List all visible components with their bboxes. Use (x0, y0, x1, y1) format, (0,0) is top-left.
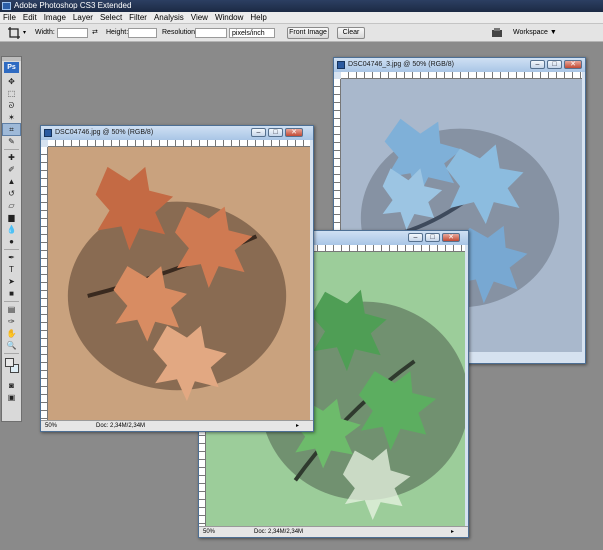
toolbox: Ps ✥ ⬚ ᘐ ✶ ⌗ ✎ ✚ ✐ ▲ ↺ ▱ ▆ 💧 ● ✒ T ➤ ■ ▤… (1, 56, 22, 422)
minimize-button[interactable]: – (251, 128, 266, 137)
tool-preset-arrow-icon[interactable]: ▾ (23, 28, 26, 38)
vertical-ruler (41, 147, 48, 420)
crop-tool-icon[interactable] (7, 26, 21, 40)
type-tool-icon[interactable]: T (3, 264, 20, 275)
menu-layer[interactable]: Layer (73, 12, 93, 24)
shape-tool-icon[interactable]: ■ (3, 288, 20, 299)
resolution-label: Resolution: (162, 29, 198, 36)
status-bar: 50% Doc: 2,34M/2,34M ▸ (199, 526, 468, 537)
eraser-tool-icon[interactable]: ▱ (3, 200, 20, 211)
ps-document-icon (44, 129, 52, 137)
status-menu-arrow-icon[interactable]: ▸ (296, 421, 299, 431)
window-title: DSC04746_3.jpg @ 50% (RGB/8) (348, 61, 454, 68)
swap-dimensions-icon[interactable]: ⇄ (92, 28, 98, 38)
gradient-tool-icon[interactable]: ▆ (3, 212, 20, 223)
image-canvas[interactable] (48, 147, 310, 420)
front-image-button[interactable]: Front Image (287, 27, 329, 39)
marquee-tool-icon[interactable]: ⬚ (3, 88, 20, 99)
menu-analysis[interactable]: Analysis (154, 12, 184, 24)
healing-brush-tool-icon[interactable]: ✚ (3, 152, 20, 163)
height-field[interactable] (128, 28, 157, 38)
path-selection-tool-icon[interactable]: ➤ (3, 276, 20, 287)
notes-tool-icon[interactable]: ▤ (3, 304, 20, 315)
app-title-bar: Adobe Photoshop CS3 Extended (0, 0, 603, 12)
history-brush-tool-icon[interactable]: ↺ (3, 188, 20, 199)
horizontal-ruler (341, 72, 582, 79)
menu-file[interactable]: File (3, 12, 16, 24)
eyedropper-sample-tool-icon[interactable]: ✑ (3, 316, 20, 327)
eyedropper-tool-icon[interactable]: ✎ (3, 136, 20, 147)
window-titlebar[interactable]: DSC04746.jpg @ 50% (RGB/8) – □ ✕ (41, 126, 313, 140)
menu-help[interactable]: Help (250, 12, 266, 24)
screen-mode-icon[interactable]: ▣ (3, 392, 20, 403)
workspace-menu[interactable]: Workspace ▼ (513, 28, 557, 38)
zoom-level[interactable]: 50% (45, 421, 57, 431)
menu-filter[interactable]: Filter (129, 12, 147, 24)
height-label: Height: (106, 29, 129, 36)
pen-tool-icon[interactable]: ✒ (3, 252, 20, 263)
brush-tool-icon[interactable]: ✐ (3, 164, 20, 175)
workspace-icon[interactable] (491, 27, 504, 39)
leaf-drawing-brown (48, 147, 310, 420)
move-tool-icon[interactable]: ✥ (3, 76, 20, 87)
blur-tool-icon[interactable]: 💧 (3, 224, 20, 235)
close-button[interactable]: ✕ (442, 233, 460, 242)
lasso-tool-icon[interactable]: ᘐ (3, 100, 20, 111)
resolution-field[interactable] (195, 28, 227, 38)
zoom-tool-icon[interactable]: 🔍 (3, 340, 20, 351)
foreground-color-swatch[interactable] (5, 358, 14, 367)
menu-select[interactable]: Select (100, 12, 122, 24)
quick-mask-icon[interactable]: ◙ (3, 380, 20, 391)
menu-image[interactable]: Image (44, 12, 66, 24)
status-menu-arrow-icon[interactable]: ▸ (451, 527, 454, 537)
app-title: Adobe Photoshop CS3 Extended (14, 1, 132, 10)
status-bar: 50% Doc: 2,34M/2,34M ▸ (41, 420, 313, 431)
options-bar: ▾ Width: ⇄ Height: Resolution: pixels/in… (0, 24, 603, 42)
photoshop-icon (2, 2, 11, 10)
toolbox-separator (4, 301, 19, 302)
width-label: Width: (35, 29, 55, 36)
maximize-button[interactable]: □ (268, 128, 283, 137)
maximize-button[interactable]: □ (425, 233, 440, 242)
window-titlebar[interactable]: DSC04746_3.jpg @ 50% (RGB/8) – □ ✕ (334, 58, 585, 72)
ps-logo: Ps (4, 62, 19, 73)
clear-button[interactable]: Clear (337, 27, 365, 39)
doc-size: Doc: 2,34M/2,34M (254, 529, 304, 535)
toolbox-grip[interactable] (2, 57, 21, 61)
toolbox-separator (4, 249, 19, 250)
zoom-level[interactable]: 50% (203, 527, 215, 537)
window-title: DSC04746.jpg @ 50% (RGB/8) (55, 129, 154, 136)
hand-tool-icon[interactable]: ✋ (3, 328, 20, 339)
menu-bar: File Edit Image Layer Select Filter Anal… (0, 12, 603, 24)
ps-document-icon (337, 61, 345, 69)
toolbox-separator (4, 149, 19, 150)
document-window-brown[interactable]: DSC04746.jpg @ 50% (RGB/8) – □ ✕ 50% Doc… (40, 125, 314, 432)
color-swatches[interactable] (3, 356, 20, 378)
minimize-button[interactable]: – (408, 233, 423, 242)
width-field[interactable] (57, 28, 88, 38)
menu-window[interactable]: Window (215, 12, 243, 24)
close-button[interactable]: ✕ (564, 60, 582, 69)
dodge-tool-icon[interactable]: ● (3, 236, 20, 247)
menu-edit[interactable]: Edit (23, 12, 37, 24)
maximize-button[interactable]: □ (547, 60, 562, 69)
minimize-button[interactable]: – (530, 60, 545, 69)
resolution-unit-select[interactable]: pixels/inch (229, 28, 275, 38)
crop-tool-icon[interactable]: ⌗ (2, 123, 21, 136)
clone-stamp-tool-icon[interactable]: ▲ (3, 176, 20, 187)
toolbox-separator (4, 353, 19, 354)
menu-view[interactable]: View (191, 12, 208, 24)
magic-wand-tool-icon[interactable]: ✶ (3, 112, 20, 123)
close-button[interactable]: ✕ (285, 128, 303, 137)
doc-size: Doc: 2,34M/2,34M (96, 423, 146, 429)
horizontal-ruler (48, 140, 310, 147)
